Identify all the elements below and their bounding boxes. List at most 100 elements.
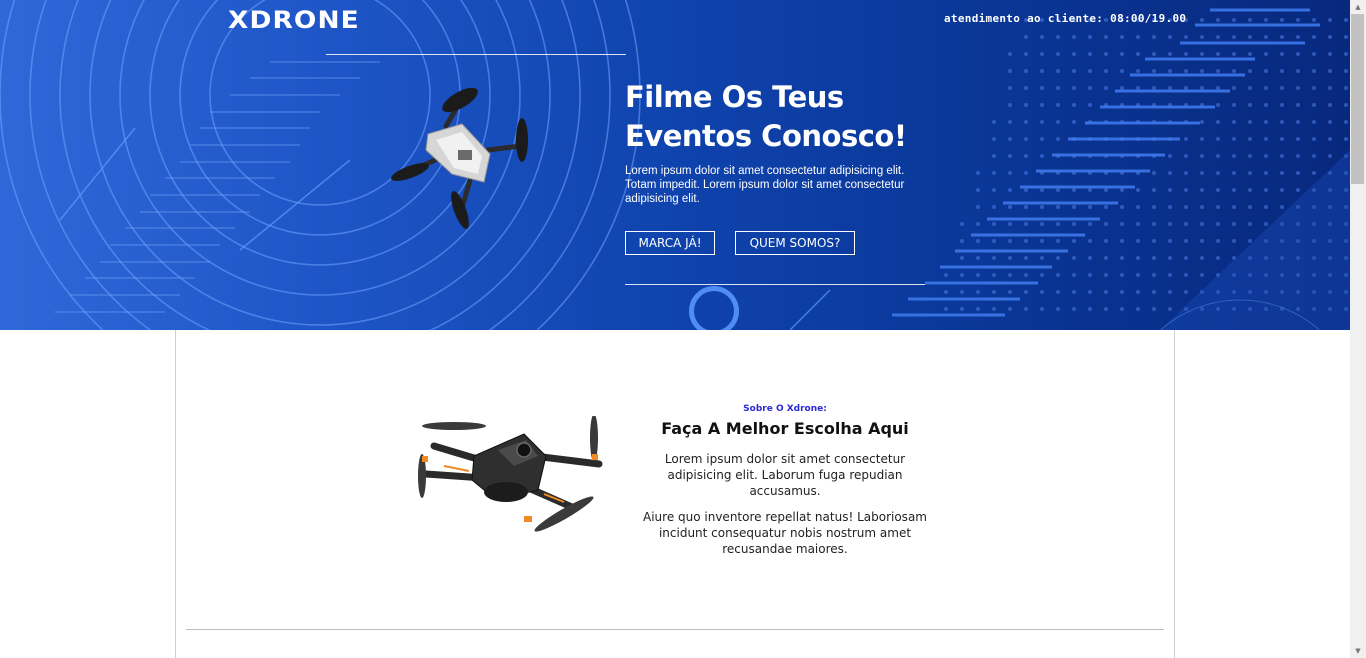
background-dot xyxy=(1072,205,1076,209)
background-dot xyxy=(960,273,964,277)
background-dot xyxy=(1056,86,1060,90)
background-dot xyxy=(1056,239,1060,243)
background-dot xyxy=(1136,205,1140,209)
background-dot xyxy=(1184,69,1188,73)
background-dot xyxy=(1296,86,1300,90)
background-dot xyxy=(1008,188,1012,192)
book-now-button[interactable]: MARCA JÁ! xyxy=(625,231,715,255)
background-dot xyxy=(1120,307,1124,311)
background-dot xyxy=(1072,86,1076,90)
background-dot xyxy=(1024,307,1028,311)
background-dot xyxy=(1280,86,1284,90)
background-dot xyxy=(1296,154,1300,158)
background-dot xyxy=(1024,69,1028,73)
background-dot xyxy=(1120,205,1124,209)
background-dot xyxy=(1072,290,1076,294)
background-dot xyxy=(992,137,996,141)
background-dot xyxy=(992,273,996,277)
background-dot xyxy=(1040,86,1044,90)
background-dot xyxy=(960,239,964,243)
background-dot xyxy=(1296,188,1300,192)
site-logo[interactable]: XDRONE xyxy=(228,6,360,34)
background-dot xyxy=(1296,103,1300,107)
background-dot xyxy=(1152,273,1156,277)
background-dot xyxy=(992,290,996,294)
scrollbar-thumb[interactable] xyxy=(1351,14,1364,184)
about-kicker: Sobre O Xdrone: xyxy=(743,404,827,414)
background-dot xyxy=(1040,239,1044,243)
background-dot xyxy=(1232,154,1236,158)
hero-title: Filme Os Teus Eventos Conosco! xyxy=(625,80,907,153)
background-dot xyxy=(1280,69,1284,73)
background-dot xyxy=(1216,120,1220,124)
background-dot xyxy=(1040,222,1044,226)
background-dot xyxy=(976,307,980,311)
background-dot xyxy=(1216,52,1220,56)
background-dot xyxy=(944,273,948,277)
background-dot xyxy=(1168,222,1172,226)
background-dot xyxy=(1280,154,1284,158)
background-dot xyxy=(1296,120,1300,124)
background-dot xyxy=(1216,86,1220,90)
background-dot xyxy=(1008,239,1012,243)
background-dot xyxy=(1008,69,1012,73)
background-dot xyxy=(1104,273,1108,277)
background-dot xyxy=(1328,86,1332,90)
background-dot xyxy=(1216,103,1220,107)
background-dot xyxy=(1216,154,1220,158)
background-dot xyxy=(1248,239,1252,243)
background-dot xyxy=(1008,52,1012,56)
background-dot xyxy=(1184,188,1188,192)
about-us-button[interactable]: QUEM SOMOS? xyxy=(735,231,855,255)
background-dot xyxy=(1216,18,1220,22)
background-dot xyxy=(1088,86,1092,90)
background-dot xyxy=(1024,188,1028,192)
hero-description: Lorem ipsum dolor sit amet consectetur a… xyxy=(625,165,905,205)
background-dot xyxy=(1312,120,1316,124)
background-dot xyxy=(1216,188,1220,192)
background-dot xyxy=(1024,256,1028,260)
background-dot xyxy=(1312,171,1316,175)
background-dot xyxy=(1280,205,1284,209)
background-dot xyxy=(1152,222,1156,226)
background-dot xyxy=(1184,290,1188,294)
scroll-down-arrow-icon[interactable]: ▼ xyxy=(1350,644,1366,658)
background-dot xyxy=(1312,69,1316,73)
background-dot xyxy=(1328,69,1332,73)
background-dot xyxy=(1184,171,1188,175)
background-dot xyxy=(976,290,980,294)
pulse-ring-decoration xyxy=(689,286,739,330)
background-dot xyxy=(1120,35,1124,39)
background-dot xyxy=(1104,256,1108,260)
background-dot xyxy=(1040,256,1044,260)
background-dot xyxy=(1136,307,1140,311)
background-dot xyxy=(1232,171,1236,175)
background-dot xyxy=(1072,103,1076,107)
background-dot xyxy=(1232,239,1236,243)
service-hours-text: atendimento ao cliente: 08:00/19.00 xyxy=(944,12,1187,25)
background-dot xyxy=(1264,35,1268,39)
background-dot xyxy=(1072,239,1076,243)
about-paragraph-1: Lorem ipsum dolor sit amet consectetur a… xyxy=(664,452,906,498)
background-dot xyxy=(1136,35,1140,39)
background-dot xyxy=(1088,35,1092,39)
scroll-up-arrow-icon[interactable]: ▲ xyxy=(1350,0,1366,14)
background-dot xyxy=(1184,273,1188,277)
background-dot xyxy=(1216,205,1220,209)
background-dot xyxy=(976,273,980,277)
background-dot xyxy=(1200,205,1204,209)
background-dot xyxy=(1264,18,1268,22)
background-dot xyxy=(1040,120,1044,124)
background-dot xyxy=(1344,35,1348,39)
background-dot xyxy=(1312,137,1316,141)
hero-divider-top xyxy=(326,54,626,55)
background-dot xyxy=(1152,307,1156,311)
background-dot xyxy=(1104,290,1108,294)
background-dot xyxy=(1168,52,1172,56)
background-dot xyxy=(1344,137,1348,141)
background-dot xyxy=(1088,273,1092,277)
background-dot xyxy=(1232,137,1236,141)
background-dot xyxy=(992,256,996,260)
background-dot xyxy=(1168,307,1172,311)
background-dot xyxy=(1232,18,1236,22)
